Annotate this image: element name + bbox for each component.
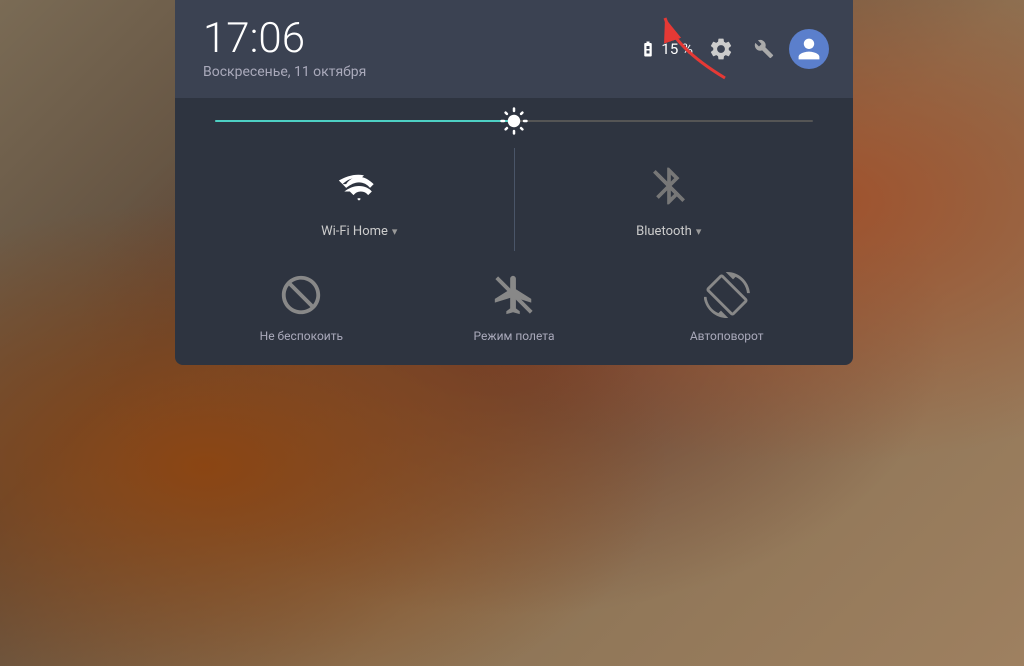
wifi-label-row[interactable]: Wi-Fi Home ▾ <box>321 224 397 239</box>
brightness-track[interactable] <box>215 120 813 122</box>
header-icons: 15 % <box>639 29 829 69</box>
wrench-button[interactable] <box>749 34 779 64</box>
brightness-thumb[interactable] <box>498 105 530 137</box>
time-display: 17:06 <box>203 18 366 60</box>
bluetooth-label-row[interactable]: Bluetooth ▾ <box>636 224 701 239</box>
bluetooth-chevron[interactable]: ▾ <box>696 225 702 238</box>
notification-panel: 17:06 Воскресенье, 11 октября 15 % <box>175 0 853 365</box>
quick-toggles-row1: Wi-Fi Home ▾ Bluetooth ▾ <box>175 140 853 269</box>
auto-rotate-toggle[interactable]: Автоповорот <box>620 269 833 343</box>
do-not-disturb-icon <box>275 269 327 321</box>
wifi-toggle[interactable]: Wi-Fi Home ▾ <box>205 148 515 251</box>
wifi-chevron[interactable]: ▾ <box>392 225 398 238</box>
battery-section: 15 % <box>639 40 693 58</box>
brightness-fill <box>215 120 514 122</box>
date-display: Воскресенье, 11 октября <box>203 64 366 80</box>
bluetooth-label: Bluetooth <box>636 224 692 239</box>
do-not-disturb-toggle[interactable]: Не беспокоить <box>195 269 408 343</box>
wifi-icon-wrap <box>333 160 385 212</box>
panel-header: 17:06 Воскресенье, 11 октября 15 % <box>175 0 853 98</box>
brightness-section[interactable] <box>175 98 853 140</box>
quick-toggles-row2: Не беспокоить Режим полета Автоповорот <box>175 269 853 365</box>
settings-button[interactable] <box>703 31 739 67</box>
bluetooth-toggle[interactable]: Bluetooth ▾ <box>515 148 824 251</box>
time-section: 17:06 Воскресенье, 11 октября <box>203 18 366 80</box>
battery-percentage: 15 % <box>661 40 693 58</box>
wifi-label: Wi-Fi Home <box>321 224 388 239</box>
airplane-mode-label: Режим полета <box>474 329 555 343</box>
airplane-mode-icon <box>488 269 540 321</box>
user-avatar[interactable] <box>789 29 829 69</box>
battery-icon <box>639 40 657 58</box>
auto-rotate-icon <box>701 269 753 321</box>
bluetooth-icon-wrap <box>643 160 695 212</box>
airplane-mode-toggle[interactable]: Режим полета <box>408 269 621 343</box>
do-not-disturb-label: Не беспокоить <box>260 329 343 343</box>
auto-rotate-label: Автоповорот <box>690 329 764 343</box>
